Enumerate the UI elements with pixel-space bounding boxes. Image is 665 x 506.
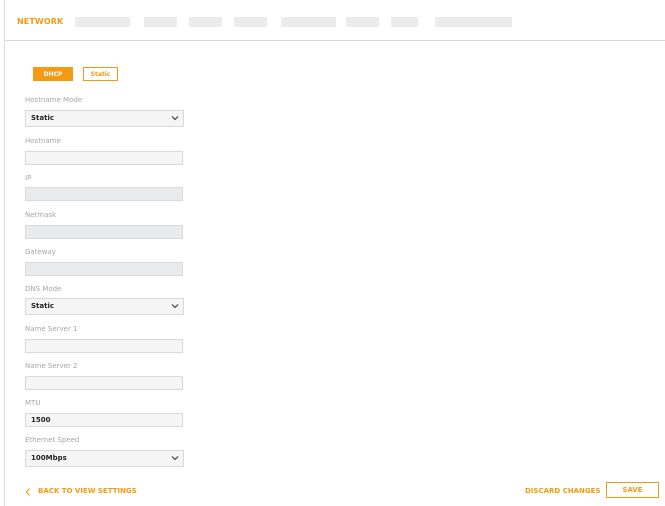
back-to-view-settings-link[interactable]: BACK TO VIEW SETTINGS <box>25 487 137 496</box>
hostname-mode-value: Static <box>31 114 55 122</box>
netmask-label: Netmask <box>25 211 57 219</box>
dns-mode-value: Static <box>31 302 55 310</box>
network-settings-panel: NETWORK DHCP Static Hostname Mode Static… <box>4 0 665 506</box>
static-mode-button[interactable]: Static <box>83 67 118 81</box>
chevron-down-icon <box>171 456 179 461</box>
dns-mode-label: DNS Mode <box>25 285 62 293</box>
save-button[interactable]: SAVE <box>606 482 659 498</box>
mtu-label: MTU <box>25 399 41 407</box>
tab-network[interactable]: NETWORK <box>17 17 63 26</box>
ethernet-speed-label: Ethernet Speed <box>25 436 80 444</box>
hostname-mode-select[interactable]: Static <box>25 110 184 127</box>
tab-placeholder[interactable] <box>435 17 512 27</box>
discard-changes-button[interactable]: DISCARD CHANGES <box>525 487 601 495</box>
tab-placeholder[interactable] <box>281 17 336 27</box>
name-server-2-field[interactable] <box>25 376 183 390</box>
name-server-2-label: Name Server 2 <box>25 362 78 370</box>
settings-tab-bar: NETWORK <box>5 0 665 41</box>
tab-placeholder[interactable] <box>391 17 418 27</box>
tab-placeholder[interactable] <box>144 17 177 27</box>
gateway-label: Gateway <box>25 248 56 256</box>
ip-field[interactable] <box>25 187 183 201</box>
name-server-1-label: Name Server 1 <box>25 325 78 333</box>
hostname-label: Hostname <box>25 137 61 145</box>
tab-placeholder[interactable] <box>75 17 130 27</box>
chevron-down-icon <box>171 116 179 121</box>
hostname-mode-label: Hostname Mode <box>25 96 83 104</box>
name-server-1-field[interactable] <box>25 339 183 353</box>
ip-label: IP <box>25 174 32 182</box>
chevron-down-icon <box>171 304 179 309</box>
hostname-field[interactable] <box>25 151 183 165</box>
mtu-field[interactable]: 1500 <box>25 413 183 427</box>
tab-placeholder[interactable] <box>234 17 267 27</box>
dns-mode-select[interactable]: Static <box>25 298 184 315</box>
chevron-left-icon <box>25 488 30 496</box>
gateway-field[interactable] <box>25 262 183 276</box>
netmask-field[interactable] <box>25 225 183 239</box>
dhcp-mode-button[interactable]: DHCP <box>33 67 73 81</box>
back-label: BACK TO VIEW SETTINGS <box>38 487 137 495</box>
tab-placeholder[interactable] <box>189 17 222 27</box>
ethernet-speed-value: 100Mbps <box>31 454 67 462</box>
tab-placeholder[interactable] <box>346 17 379 27</box>
ethernet-speed-select[interactable]: 100Mbps <box>25 450 184 467</box>
